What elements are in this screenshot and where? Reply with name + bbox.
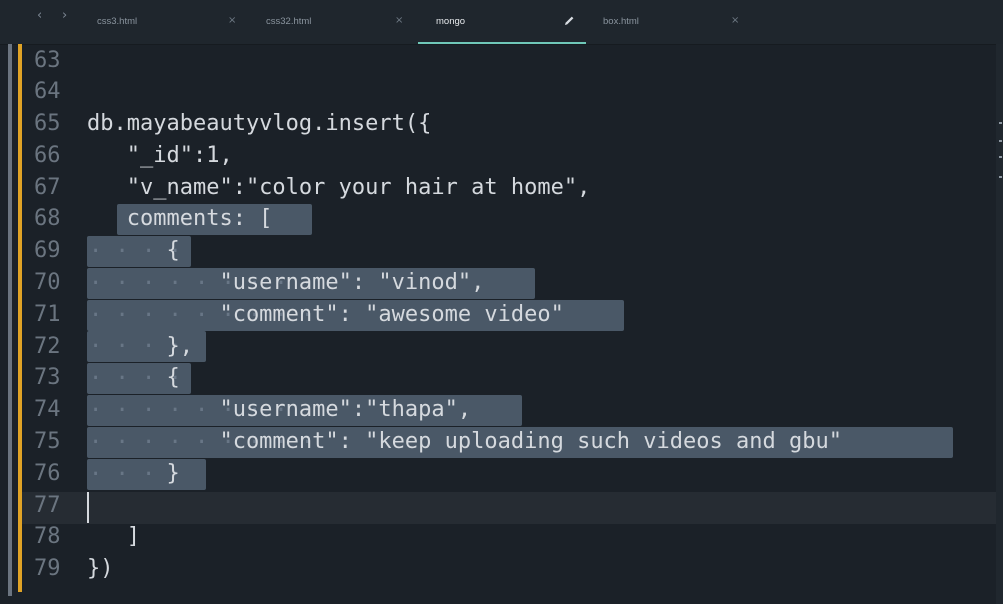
code-line: { <box>87 365 180 390</box>
minimap-line <box>999 176 1002 178</box>
code-line: "v_name":"color your hair at home", <box>87 175 591 200</box>
code-line: } <box>87 461 180 486</box>
code-line: { <box>87 238 180 263</box>
editor-window: ‹ › css3.html × css32.html × mongo box.h… <box>0 0 1003 604</box>
code-line: db.mayabeautyvlog.insert({ <box>87 111 432 136</box>
minimap-line <box>999 156 1002 158</box>
code-line: ] <box>87 524 140 549</box>
minimap-line <box>999 140 1002 142</box>
text-cursor <box>87 492 89 523</box>
code-line: }) <box>87 556 114 581</box>
code-line: "username": "vinod", <box>87 270 485 295</box>
code-line: }, <box>87 334 193 359</box>
minimap-line <box>999 122 1002 124</box>
minimap[interactable] <box>996 44 1003 604</box>
code-line: "comment": "awesome video" <box>87 302 564 327</box>
code-line: "_id":1, <box>87 143 233 168</box>
code-editor[interactable]: · · · · · · · · · · · · · · · · · · · · … <box>0 0 1003 604</box>
code-line: comments: [ <box>87 206 273 231</box>
code-line: "comment": "keep uploading such videos a… <box>87 429 842 454</box>
code-line: "username":"thapa", <box>87 397 472 422</box>
